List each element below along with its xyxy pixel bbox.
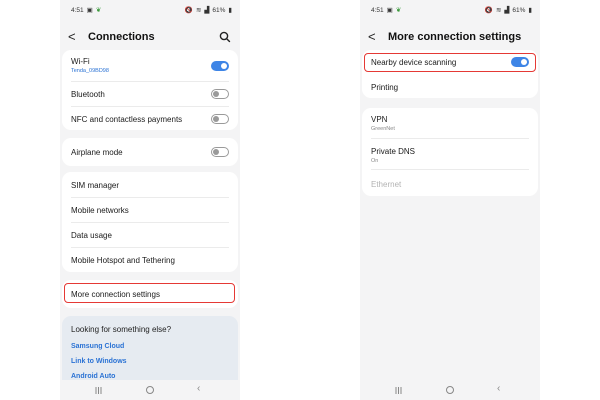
gallery-icon: ▣ [386,7,393,14]
sim-manager-label: SIM manager [71,181,120,190]
wifi-row[interactable]: Wi-Fi Tenda_09BD98 [62,50,238,81]
battery-level: 61% [212,6,226,14]
status-time: 4:51 [71,6,84,14]
bluetooth-label: Bluetooth [71,90,105,99]
vpn-row[interactable]: VPN GreenNet [362,108,538,138]
vpn-card: VPN GreenNet Private DNS On Ethernet [362,108,538,196]
network-card: SIM manager Mobile networks Data usage M… [62,172,238,272]
airplane-toggle[interactable] [211,147,229,157]
nav-back-icon[interactable]: ‹ [497,384,500,394]
bluetooth-row[interactable]: Bluetooth [62,82,238,106]
connectivity-card: Wi-Fi Tenda_09BD98 Bluetooth NFC and con… [62,50,238,130]
highlight-box [64,283,235,303]
recent-apps-icon[interactable] [395,387,402,394]
airplane-card: Airplane mode [62,138,238,166]
hotspot-row[interactable]: Mobile Hotspot and Tethering [62,248,238,272]
back-icon[interactable]: < [68,28,88,46]
printing-label: Printing [371,83,399,92]
gallery-icon: ▣ [86,7,93,14]
cell-signal-icon: ▟ [204,7,210,14]
ethernet-label: Ethernet [371,180,402,189]
samsung-cloud-link[interactable]: Samsung Cloud [71,343,124,350]
ethernet-row: Ethernet [362,170,538,196]
battery-icon: ▮ [528,7,532,14]
wifi-signal-icon: ≋ [195,7,202,14]
page-header: < More connection settings [360,28,540,46]
recent-apps-icon[interactable] [95,387,102,394]
navigation-bar: ‹ [60,380,240,400]
bluetooth-toggle[interactable] [211,89,229,99]
mute-icon: 🔇 [184,7,193,14]
vpn-sub: GreenNet [371,126,395,132]
wifi-signal-icon: ≋ [495,7,502,14]
status-bar: 4:51 ▣ ❦ 🔇 ≋ ▟ 61% ▮ [71,5,232,15]
battery-level: 61% [512,6,526,14]
data-usage-row[interactable]: Data usage [62,223,238,247]
connections-screen: 4:51 ▣ ❦ 🔇 ≋ ▟ 61% ▮ < Connections Wi-Fi… [60,0,240,400]
page-title: More connection settings [388,31,522,43]
nfc-label: NFC and contactless payments [71,115,183,124]
private-dns-sub: On [371,158,379,164]
back-icon[interactable]: < [368,28,388,46]
page-header: < Connections [60,28,240,46]
status-time: 4:51 [371,6,384,14]
home-icon[interactable] [146,386,154,394]
search-icon[interactable] [218,30,232,44]
printing-row[interactable]: Printing [362,76,538,98]
highlight-box [364,53,536,72]
status-bar: 4:51 ▣ ❦ 🔇 ≋ ▟ 61% ▮ [371,5,532,15]
leaf-icon: ❦ [95,7,102,14]
mute-icon: 🔇 [484,7,493,14]
nav-back-icon[interactable]: ‹ [197,384,200,394]
navigation-bar: ‹ [360,380,540,400]
nfc-toggle[interactable] [211,114,229,124]
link-to-windows-link[interactable]: Link to Windows [71,358,127,365]
private-dns-label: Private DNS [371,147,416,156]
airplane-row[interactable]: Airplane mode [62,138,238,166]
hotspot-label: Mobile Hotspot and Tethering [71,256,175,265]
mobile-networks-row[interactable]: Mobile networks [62,198,238,222]
home-icon[interactable] [446,386,454,394]
more-connection-settings-screen: 4:51 ▣ ❦ 🔇 ≋ ▟ 61% ▮ < More connection s… [360,0,540,400]
help-title: Looking for something else? [71,325,172,334]
leaf-icon: ❦ [395,7,402,14]
vpn-label: VPN [371,115,388,124]
sim-manager-row[interactable]: SIM manager [62,172,238,197]
nfc-row[interactable]: NFC and contactless payments [62,107,238,130]
wifi-toggle[interactable] [211,61,229,71]
page-title: Connections [88,31,155,43]
wifi-label: Wi-Fi [71,57,90,66]
private-dns-row[interactable]: Private DNS On [362,139,538,169]
android-auto-link[interactable]: Android Auto [71,373,115,380]
wifi-network: Tenda_09BD98 [71,68,109,74]
data-usage-label: Data usage [71,231,112,240]
airplane-label: Airplane mode [71,148,123,157]
battery-icon: ▮ [228,7,232,14]
mobile-networks-label: Mobile networks [71,206,129,215]
cell-signal-icon: ▟ [504,7,510,14]
